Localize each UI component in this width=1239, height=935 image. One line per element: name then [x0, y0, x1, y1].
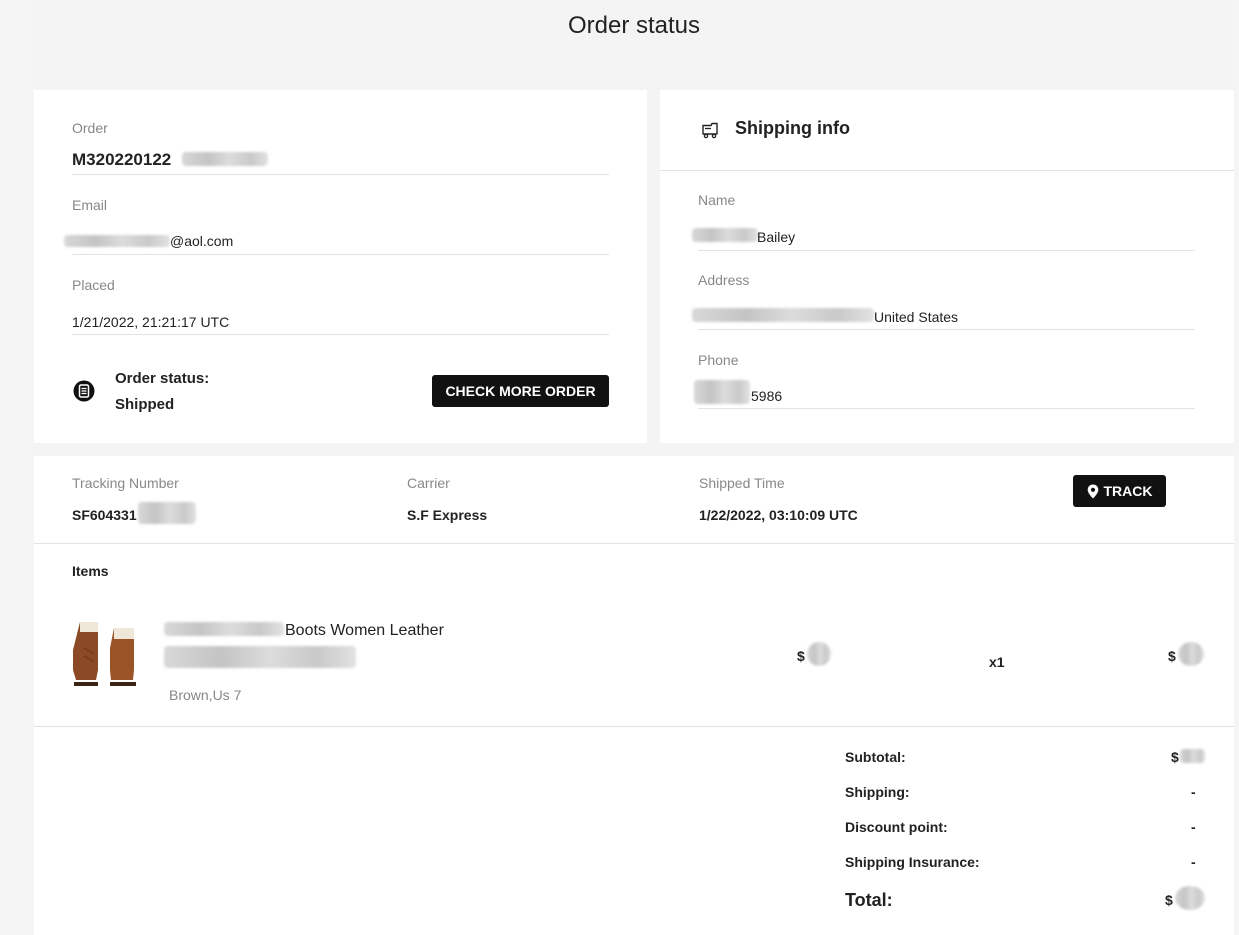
total-label: Total:	[845, 890, 893, 910]
order-status-label: Order status:	[115, 370, 210, 387]
divider	[660, 170, 1234, 171]
shipping-info-card: Shipping info Name Bailey Address United…	[660, 90, 1234, 443]
phone-redacted	[694, 380, 750, 404]
discount-value: -	[1191, 819, 1196, 835]
order-status-value: Shipped	[115, 396, 175, 413]
email-redacted	[64, 235, 170, 247]
divider	[698, 250, 1195, 251]
name-redacted	[692, 228, 758, 242]
tracking-number-redacted	[138, 502, 196, 524]
subtotal-value: $	[1171, 749, 1179, 765]
item-price-redacted	[807, 642, 831, 666]
email-label: Email	[72, 197, 108, 213]
tracking-number-label: Tracking Number	[72, 475, 179, 491]
placed-value: 1/21/2022, 21:21:17 UTC	[72, 314, 230, 330]
shipping-info-header: Shipping info	[735, 118, 850, 138]
phone-value: 5986	[751, 388, 783, 404]
item-variant: Brown,Us 7	[169, 687, 242, 703]
track-button-label: TRACK	[1103, 483, 1153, 499]
subtotal-redacted	[1180, 749, 1205, 763]
order-label: Order	[72, 120, 108, 136]
truck-icon	[702, 122, 718, 139]
boots-product-image[interactable]	[70, 616, 150, 696]
phone-label: Phone	[698, 352, 739, 368]
address-value: United States	[874, 309, 959, 325]
item-title-redacted	[164, 622, 284, 636]
shipped-time-label: Shipped Time	[699, 475, 785, 491]
subtotal-label: Subtotal:	[845, 749, 906, 765]
insurance-label: Shipping Insurance:	[845, 854, 980, 870]
name-value: Bailey	[757, 229, 796, 245]
insurance-value: -	[1191, 854, 1196, 870]
placed-label: Placed	[72, 277, 115, 293]
track-button[interactable]: TRACK	[1073, 475, 1166, 507]
order-number-redacted	[182, 152, 268, 166]
shipping-value: -	[1191, 784, 1196, 800]
order-number: M320220122	[72, 150, 172, 169]
item-quantity: x1	[989, 654, 1005, 670]
item-price: $	[797, 648, 805, 664]
address-redacted	[692, 308, 874, 322]
shipped-time-value: 1/22/2022, 03:10:09 UTC	[699, 507, 858, 523]
divider	[34, 726, 1234, 727]
item-total: $	[1168, 648, 1176, 664]
item-total-redacted	[1178, 642, 1204, 666]
order-status-icon	[73, 380, 95, 402]
shipping-label: Shipping:	[845, 784, 910, 800]
divider	[72, 254, 609, 255]
total-value: $	[1165, 892, 1173, 908]
total-redacted	[1175, 886, 1205, 910]
tracking-number-value[interactable]: SF604331	[72, 507, 137, 523]
email-value: @aol.com	[170, 233, 234, 249]
divider	[34, 543, 1234, 544]
item-title[interactable]: Boots Women Leather	[285, 622, 444, 640]
name-label: Name	[698, 192, 736, 208]
order-card: Order M320220122 Email @aol.com Placed 1…	[34, 90, 647, 443]
item-title-line2-redacted	[164, 646, 356, 668]
page-title: Order status	[567, 12, 701, 39]
shipment-card: Tracking Number SF604331 Carrier S.F Exp…	[34, 456, 1234, 935]
address-label: Address	[698, 272, 750, 288]
divider	[72, 174, 609, 175]
location-pin-icon	[1087, 484, 1098, 498]
check-more-order-button[interactable]: CHECK MORE ORDER	[432, 375, 609, 407]
discount-label: Discount point:	[845, 819, 948, 835]
divider	[698, 329, 1195, 330]
carrier-label: Carrier	[407, 475, 450, 491]
divider	[698, 408, 1195, 409]
items-header: Items	[72, 563, 109, 579]
carrier-value: S.F Express	[407, 507, 488, 523]
divider	[72, 334, 609, 335]
